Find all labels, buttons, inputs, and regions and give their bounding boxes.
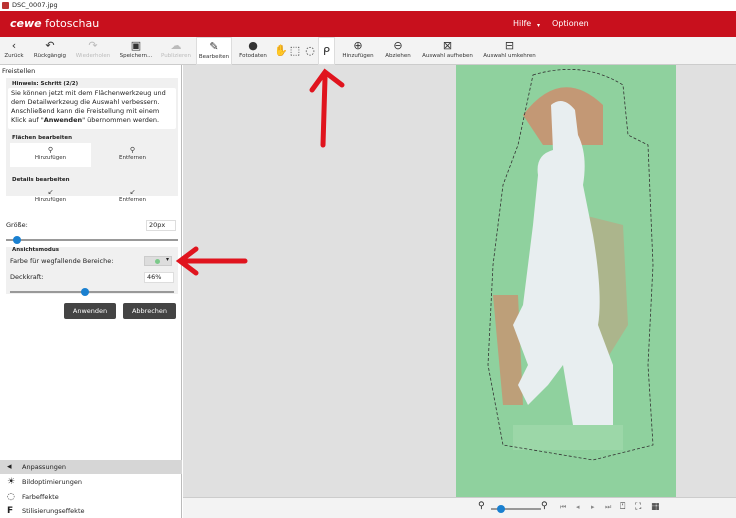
color-swatch <box>155 259 160 264</box>
opacity-slider[interactable] <box>10 288 174 296</box>
opacity-slider-knob[interactable] <box>81 288 90 296</box>
areas-heading: Flächen bearbeiten <box>12 135 73 141</box>
save-button[interactable]: ▣ Speichern... <box>116 37 156 65</box>
nav-stylization-effects[interactable]: F Stilisierungseffekte <box>0 504 182 518</box>
sun-icon: ☀ <box>7 477 16 487</box>
opacity-input[interactable]: 46% <box>144 272 174 283</box>
hand-icon: ✋ <box>274 44 288 57</box>
menu-options[interactable]: Optionen <box>552 19 589 28</box>
bottom-bar: ⚲ ⚲ ⏮ ◂ ▸ ⏭ ⍞ ⛶ ▦ <box>183 497 736 518</box>
chevron-down-icon[interactable]: ▾ <box>537 22 540 29</box>
clear-selection-button[interactable]: ⊠ Auswahl aufheben <box>420 37 475 65</box>
ellipse-select-icon: ◌ <box>305 44 315 57</box>
hand-tool[interactable]: ✋ <box>274 37 288 65</box>
size-slider[interactable] <box>6 236 178 244</box>
publish-button[interactable]: ☁ Publizieren <box>158 37 194 65</box>
edit-icon: ✎ <box>209 40 219 53</box>
view-mode-heading: Ansichtsmodus <box>12 247 60 253</box>
size-label: Größe: <box>6 221 28 229</box>
panel-title: Freistellen <box>2 67 36 75</box>
clear-selection-icon: ⊠ <box>442 39 453 52</box>
app-header: cewe fotoschau Hilfe ▾ Optionen <box>0 11 736 37</box>
window-title-bar: DSC_0007.jpg <box>0 0 736 11</box>
menu-help[interactable]: Hilfe <box>513 19 531 28</box>
logo: cewe fotoschau <box>10 17 100 30</box>
pen-remove-icon: ↙ <box>129 188 136 196</box>
rect-select-tool[interactable]: ⬚ <box>288 37 302 65</box>
back-button[interactable]: ‹ Zurück <box>2 37 26 65</box>
zoom-slider[interactable] <box>491 505 541 513</box>
ellipse-select-tool[interactable]: ◌ <box>303 37 317 65</box>
nav-adjustments[interactable]: ◂ Anpassungen <box>0 460 182 474</box>
edit-button[interactable]: ✎ Bearbeiten <box>196 37 232 65</box>
photo-info-button[interactable]: ● Fotodaten <box>235 37 271 65</box>
details-heading: Details bearbeiten <box>12 177 70 183</box>
zoom-slider-knob[interactable] <box>497 505 505 513</box>
apply-button[interactable]: Anwenden <box>64 303 116 319</box>
zoom-in-icon[interactable]: ⚲ <box>541 501 548 511</box>
compare-icon[interactable]: ▦ <box>651 502 660 512</box>
nav-image-optimizations[interactable]: ☀ Bildoptimierungen <box>0 475 182 489</box>
pen-add-icon: ↙ <box>47 188 54 196</box>
invert-selection-icon: ⊟ <box>504 39 515 52</box>
redo-icon: ↷ <box>88 39 98 52</box>
color-label: Farbe für wegfallende Bereiche: <box>10 257 114 265</box>
app-icon <box>2 2 9 9</box>
toolbar: ‹ Zurück ↶ Rückgängig ↷ Wiederholen ▣ Speich… <box>0 37 736 65</box>
brush-add-icon: ⚲ <box>47 146 54 154</box>
window-title: DSC_0007.jpg <box>12 1 58 9</box>
detail-add-button[interactable]: ↙ Hinzufügen <box>10 185 91 207</box>
opacity-label: Deckkraft: <box>10 273 44 281</box>
area-add-button[interactable]: ⚲ Hinzufügen <box>10 143 91 167</box>
lasso-subtract-button[interactable]: ⊖ Abziehen <box>380 37 416 65</box>
hint-title: Hinweis: Schritt (2/2) <box>12 81 79 87</box>
fullscreen-icon[interactable]: ⛶ <box>635 502 641 512</box>
detail-remove-button[interactable]: ↙ Entfernen <box>92 185 173 207</box>
redo-button[interactable]: ↷ Wiederholen <box>73 37 113 65</box>
undo-button[interactable]: ↶ Rückgängig <box>30 37 70 65</box>
nav-color-effects[interactable]: ◌ Farbeffekte <box>0 490 182 504</box>
next-image-icon[interactable]: ▸ <box>591 503 595 511</box>
color-dropdown[interactable]: ▾ <box>144 256 172 266</box>
info-icon: ● <box>248 39 258 52</box>
first-image-icon[interactable]: ⏮ <box>560 503 566 512</box>
size-input[interactable]: 20px <box>146 220 176 231</box>
area-remove-button[interactable]: ⚲ Entfernen <box>92 143 173 167</box>
brush-remove-icon: ⚲ <box>129 146 136 154</box>
invert-selection-button[interactable]: ⊟ Auswahl umkehren <box>482 37 537 65</box>
photo-preview <box>456 65 676 497</box>
previous-image-icon[interactable]: ◂ <box>576 503 580 511</box>
cancel-button[interactable]: Abbrechen <box>123 303 176 319</box>
zoom-out-icon[interactable]: ⚲ <box>478 501 485 511</box>
chevron-down-icon: ▾ <box>165 256 169 263</box>
back-icon: ‹ <box>11 39 17 52</box>
fx-icon: F <box>7 506 14 516</box>
lasso-tool[interactable]: ᑭ <box>318 37 335 65</box>
palette-icon: ◌ <box>7 492 15 502</box>
last-image-icon[interactable]: ⏭ <box>605 503 611 512</box>
lasso-add-button[interactable]: ⊕ Hinzufügen <box>340 37 376 65</box>
arrow-left-icon: ◂ <box>7 462 12 472</box>
publish-icon: ☁ <box>170 39 182 52</box>
lasso-add-icon: ⊕ <box>353 39 363 52</box>
bookmark-icon[interactable]: ⍞ <box>620 502 625 512</box>
lasso-icon: ᑭ <box>323 45 330 58</box>
image-canvas[interactable] <box>183 65 736 497</box>
hint-text: Sie können jetzt mit dem Flächenwerkzeug… <box>8 88 176 129</box>
save-icon: ▣ <box>130 39 142 52</box>
rect-select-icon: ⬚ <box>289 44 301 57</box>
lasso-subtract-icon: ⊖ <box>393 39 403 52</box>
left-panel: Freistellen Hinweis: Schritt (2/2) Sie k… <box>0 65 182 518</box>
size-slider-knob[interactable] <box>12 236 21 244</box>
undo-icon: ↶ <box>45 39 55 52</box>
